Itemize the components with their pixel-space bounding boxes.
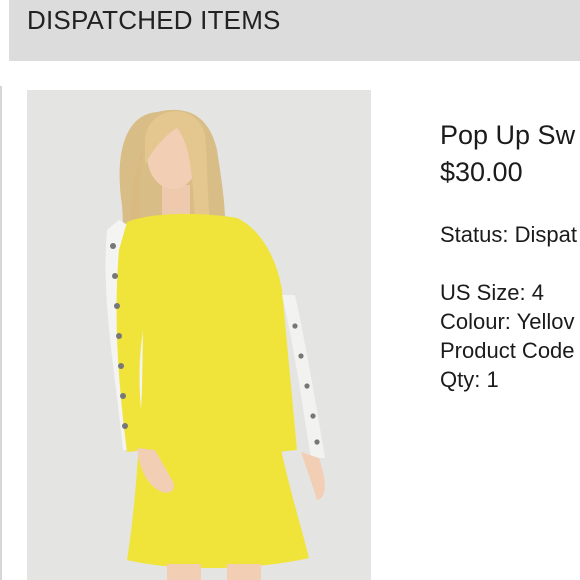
product-image[interactable] <box>27 90 371 580</box>
product-details: Pop Up Sw $30.00 Status: Dispat US Size:… <box>440 0 580 580</box>
divider <box>0 86 2 580</box>
dispatch-status: Status: Dispat <box>440 222 577 247</box>
product-quantity: Qty: 1 <box>440 367 499 392</box>
page-title: DISPATCHED ITEMS <box>27 5 281 35</box>
product-name[interactable]: Pop Up Sw <box>440 120 575 151</box>
product-price: $30.00 <box>440 157 523 187</box>
product-colour: Colour: Yellov <box>440 309 575 334</box>
product-size: US Size: 4 <box>440 280 544 305</box>
product-code: Product Code <box>440 338 575 363</box>
